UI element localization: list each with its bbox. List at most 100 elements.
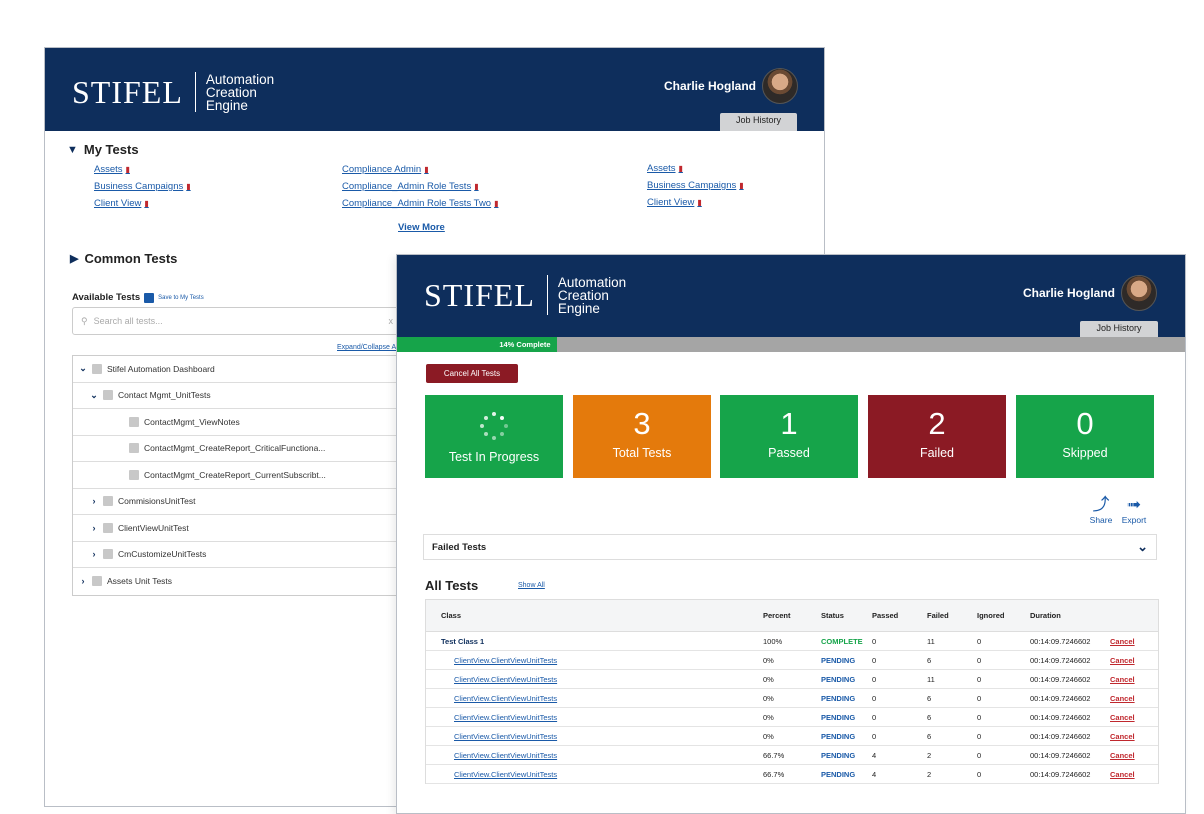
cell-text[interactable]: ClientView.ClientViewUnitTests: [454, 694, 557, 703]
cancel-link[interactable]: Cancel: [1110, 751, 1150, 760]
tree-row[interactable]: ⌄ Contact Mgmt_UnitTests: [73, 383, 411, 409]
failed-tests-accordion[interactable]: Failed Tests ⌄: [423, 534, 1157, 560]
trash-icon[interactable]: ▮: [697, 198, 701, 207]
stat-tile-failed[interactable]: 2 Failed: [868, 395, 1006, 478]
user-menu[interactable]: Charlie Hogland: [664, 68, 798, 104]
trash-icon[interactable]: ▮: [739, 181, 743, 190]
my-test-link[interactable]: Compliance Admin ▮: [342, 164, 429, 175]
checkbox[interactable]: [103, 549, 113, 560]
search-input[interactable]: ⚲ Search all tests... x: [72, 307, 402, 335]
cell-text[interactable]: ClientView.ClientViewUnitTests: [454, 675, 557, 684]
my-test-link[interactable]: Client View ▮: [647, 197, 702, 208]
job-history-tab[interactable]: Job History: [1080, 321, 1158, 337]
checkbox[interactable]: [103, 522, 113, 533]
tree-row[interactable]: › Assets Unit Tests: [73, 568, 411, 595]
job-history-tab[interactable]: Job History: [720, 113, 797, 131]
cancel-link[interactable]: Cancel: [1110, 656, 1150, 665]
stat-tile-skipped[interactable]: 0 Skipped: [1016, 395, 1154, 478]
checkbox[interactable]: [103, 390, 113, 401]
checkbox[interactable]: [103, 496, 113, 507]
share-button[interactable]: ⤴ Share: [1088, 495, 1114, 525]
cell-text[interactable]: Cancel: [1110, 770, 1135, 779]
cell-text[interactable]: ClientView.ClientViewUnitTests: [454, 770, 557, 779]
cell-class[interactable]: ClientView.ClientViewUnitTests: [426, 732, 763, 741]
my-test-link[interactable]: Client View ▮: [94, 198, 149, 209]
chevron-right-icon[interactable]: ›: [90, 549, 98, 559]
cell-class[interactable]: ClientView.ClientViewUnitTests: [426, 713, 763, 722]
cell-text[interactable]: Cancel: [1110, 732, 1135, 741]
cell-class[interactable]: ClientView.ClientViewUnitTests: [426, 694, 763, 703]
stat-tile-progress[interactable]: Test In Progress: [425, 395, 563, 478]
cell-class[interactable]: ClientView.ClientViewUnitTests: [426, 675, 763, 684]
cell-text[interactable]: Cancel: [1110, 656, 1135, 665]
cell-class[interactable]: ClientView.ClientViewUnitTests: [426, 770, 763, 779]
cancel-link[interactable]: Cancel: [1110, 770, 1150, 779]
tree-row[interactable]: › CmCustomizeUnitTests: [73, 542, 411, 568]
trash-icon[interactable]: ▮: [494, 199, 498, 208]
cell-text[interactable]: Cancel: [1110, 751, 1135, 760]
trash-icon[interactable]: ▮: [126, 165, 130, 174]
clear-icon[interactable]: x: [389, 316, 394, 326]
my-test-link[interactable]: Compliance_Admin Role Tests ▮: [342, 181, 479, 192]
chevron-right-icon[interactable]: ›: [79, 576, 87, 586]
chevron-right-icon[interactable]: ›: [90, 496, 98, 506]
stat-number: 3: [633, 406, 651, 441]
cancel-link[interactable]: Cancel: [1110, 694, 1150, 703]
common-tests-section-header[interactable]: ▶ Common Tests: [70, 251, 177, 266]
tagline-line: Automation: [557, 274, 627, 290]
my-tests-section-header[interactable]: ▼ My Tests: [67, 142, 139, 157]
cancel-link[interactable]: Cancel: [1110, 713, 1150, 722]
cell-text[interactable]: ClientView.ClientViewUnitTests: [454, 732, 557, 741]
cell-text[interactable]: Cancel: [1110, 675, 1135, 684]
trash-icon[interactable]: ▮: [144, 199, 148, 208]
cell-failed: 2: [927, 770, 977, 779]
my-test-link[interactable]: Business Campaigns ▮: [647, 180, 744, 191]
cell-class[interactable]: ClientView.ClientViewUnitTests: [426, 751, 763, 760]
view-more-link[interactable]: View More: [398, 222, 445, 233]
tree-row[interactable]: ContactMgmt_CreateReport_CurrentSubscrib…: [73, 462, 411, 489]
my-test-link[interactable]: Assets ▮: [94, 164, 130, 175]
checkbox[interactable]: [92, 363, 102, 374]
trash-icon[interactable]: ▮: [474, 182, 478, 191]
avatar: [762, 68, 798, 104]
tree-row[interactable]: ContactMgmt_CreateReport_CriticalFunctio…: [73, 436, 411, 462]
cancel-link[interactable]: Cancel: [1110, 732, 1150, 741]
chevron-down-icon[interactable]: ⌄: [79, 363, 87, 374]
checkbox[interactable]: [92, 576, 102, 587]
spinner-icon: [477, 409, 511, 443]
cell-text[interactable]: Cancel: [1110, 694, 1135, 703]
cancel-link[interactable]: Cancel: [1110, 637, 1150, 646]
cell-text[interactable]: ClientView.ClientViewUnitTests: [454, 751, 557, 760]
cell-text[interactable]: Cancel: [1110, 713, 1135, 722]
my-test-link[interactable]: Assets ▮: [647, 163, 683, 174]
trash-icon[interactable]: ▮: [679, 164, 683, 173]
checkbox[interactable]: [129, 416, 139, 427]
save-icon[interactable]: [144, 292, 155, 303]
user-menu[interactable]: Charlie Hogland: [1023, 275, 1157, 311]
tree-row[interactable]: › ClientViewUnitTest: [73, 515, 411, 542]
trash-icon[interactable]: ▮: [424, 165, 428, 174]
expand-collapse-link[interactable]: Expand/Collapse All: [337, 344, 399, 351]
cell-text[interactable]: ClientView.ClientViewUnitTests: [454, 656, 557, 665]
checkbox[interactable]: [129, 443, 139, 454]
tree-row[interactable]: › CommisionsUnitTest: [73, 489, 411, 515]
cancel-all-tests-button[interactable]: Cancel All Tests: [426, 364, 518, 383]
show-all-link[interactable]: Show All: [518, 582, 545, 589]
cell-class[interactable]: ClientView.ClientViewUnitTests: [426, 656, 763, 665]
tree-row[interactable]: ContactMgmt_ViewNotes: [73, 409, 411, 436]
my-test-link[interactable]: Business Campaigns ▮: [94, 181, 191, 192]
checkbox[interactable]: [129, 469, 139, 480]
save-to-my-tests-link[interactable]: Save to My Tests: [158, 295, 204, 301]
chevron-right-icon[interactable]: ›: [90, 523, 98, 533]
trash-icon[interactable]: ▮: [186, 182, 190, 191]
stat-tile-total[interactable]: 3 Total Tests: [573, 395, 711, 478]
export-button[interactable]: ➟ Export: [1121, 495, 1147, 525]
tree-row[interactable]: ⌄ Stifel Automation Dashboard: [73, 356, 411, 383]
stat-tile-passed[interactable]: 1 Passed: [720, 395, 858, 478]
chevron-down-icon[interactable]: ⌄: [90, 390, 98, 401]
cancel-link[interactable]: Cancel: [1110, 675, 1150, 684]
cell-status: PENDING: [821, 713, 872, 722]
my-test-link[interactable]: Compliance_Admin Role Tests Two ▮: [342, 198, 499, 209]
cell-text[interactable]: ClientView.ClientViewUnitTests: [454, 713, 557, 722]
cell-text[interactable]: Cancel: [1110, 637, 1135, 646]
